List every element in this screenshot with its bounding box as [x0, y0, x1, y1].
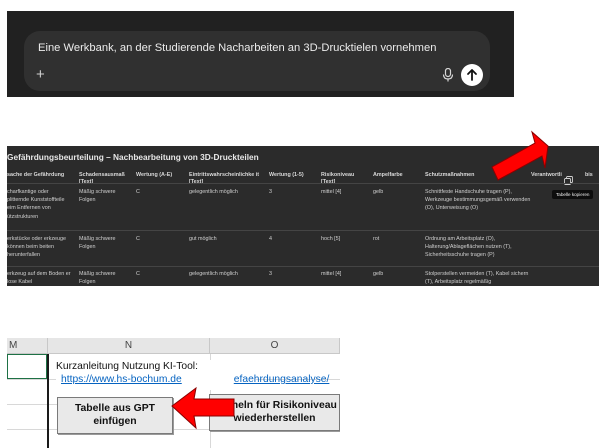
table-cell: mittel [4]	[321, 189, 342, 195]
table-cell: Stolperstellen vermeiden (T), Kabel sich…	[425, 271, 529, 286]
paste-gpt-table-button[interactable]: Tabelle aus GPT einfügen	[57, 397, 173, 434]
table-cell: C	[136, 236, 140, 242]
table-cell: 4	[269, 236, 272, 242]
table-cell: Mäßig schwere Folgen	[79, 189, 116, 204]
table-cell: hoch [5]	[321, 236, 341, 242]
header-rating-ae: Wertung (A-E)	[136, 172, 173, 178]
table-cell: gelegentlich möglich	[189, 271, 238, 277]
table-cell: 3	[269, 189, 272, 195]
header-until: bis	[585, 172, 593, 178]
send-arrow-icon	[467, 69, 477, 81]
table-cell: 3	[269, 271, 272, 277]
table-cell: Schnittfeste Handschuhe tragen (P), Werk…	[425, 189, 531, 212]
table-title: Gefährdungsbeurteilung – Nachbearbeitung…	[7, 152, 259, 162]
note-title: Kurzanleitung Nutzung KI-Tool:	[56, 361, 198, 372]
table-cell: erkzeug auf dem Boden er lose Kabel	[7, 271, 71, 286]
copy-tooltip: Tabelle kopieren	[552, 190, 594, 199]
table-cell: rot	[373, 236, 380, 242]
table-cell: gelegentlich möglich	[189, 189, 238, 195]
table-cell: gelb	[373, 189, 384, 195]
column-header-n[interactable]: N	[48, 338, 210, 354]
chat-input-box[interactable]: Eine Werkbank, an der Studierende Nachar…	[24, 31, 490, 91]
row-divider	[7, 266, 599, 267]
red-arrow-icon	[171, 386, 235, 430]
freeze-pane-line	[47, 354, 49, 448]
table-cell: Ordnung am Arbeitsplatz (O), Halterung/A…	[425, 236, 512, 259]
red-arrow-icon	[491, 130, 549, 181]
column-header-o[interactable]: O	[210, 338, 340, 354]
table-cell: charfkantige oder plitternde Kunststofft…	[7, 189, 65, 220]
table-cell: C	[136, 271, 140, 277]
chat-prompt-text[interactable]: Eine Werkbank, an der Studierende Nachar…	[38, 42, 436, 54]
table-cell: mittel [4]	[321, 271, 342, 277]
microphone-icon[interactable]	[442, 68, 454, 82]
table-cell: Mäßig schwere Folgen	[79, 271, 116, 286]
header-traffic-light: Ampelfarbe	[373, 172, 403, 178]
table-cell: gut möglich	[189, 236, 217, 242]
table-cell: Mäßig schwere Folgen	[79, 236, 116, 251]
row-divider	[7, 230, 599, 231]
table-cell: C	[136, 189, 140, 195]
instruction-link-tail[interactable]: efaehrdungsanalyse/	[234, 374, 330, 385]
plus-icon[interactable]: +	[36, 67, 45, 82]
chat-panel: Eine Werkbank, an der Studierende Nachar…	[7, 11, 514, 97]
table-cell: gelb	[373, 271, 384, 277]
send-button[interactable]	[461, 64, 483, 86]
header-cause: sache der Gefährdung	[7, 172, 65, 178]
selected-cell[interactable]	[7, 354, 47, 379]
header-rating-15: Wertung (1-5)	[269, 172, 304, 178]
table-cell: erkstücke oder erkzeuge können beim beit…	[7, 236, 67, 259]
instruction-link[interactable]: https://www.hs-bochum.de	[61, 374, 182, 385]
column-header-m[interactable]: M	[7, 338, 48, 354]
note-link-row: https://www.hs-bochum.de efaehrdungsanaly…	[56, 373, 329, 386]
